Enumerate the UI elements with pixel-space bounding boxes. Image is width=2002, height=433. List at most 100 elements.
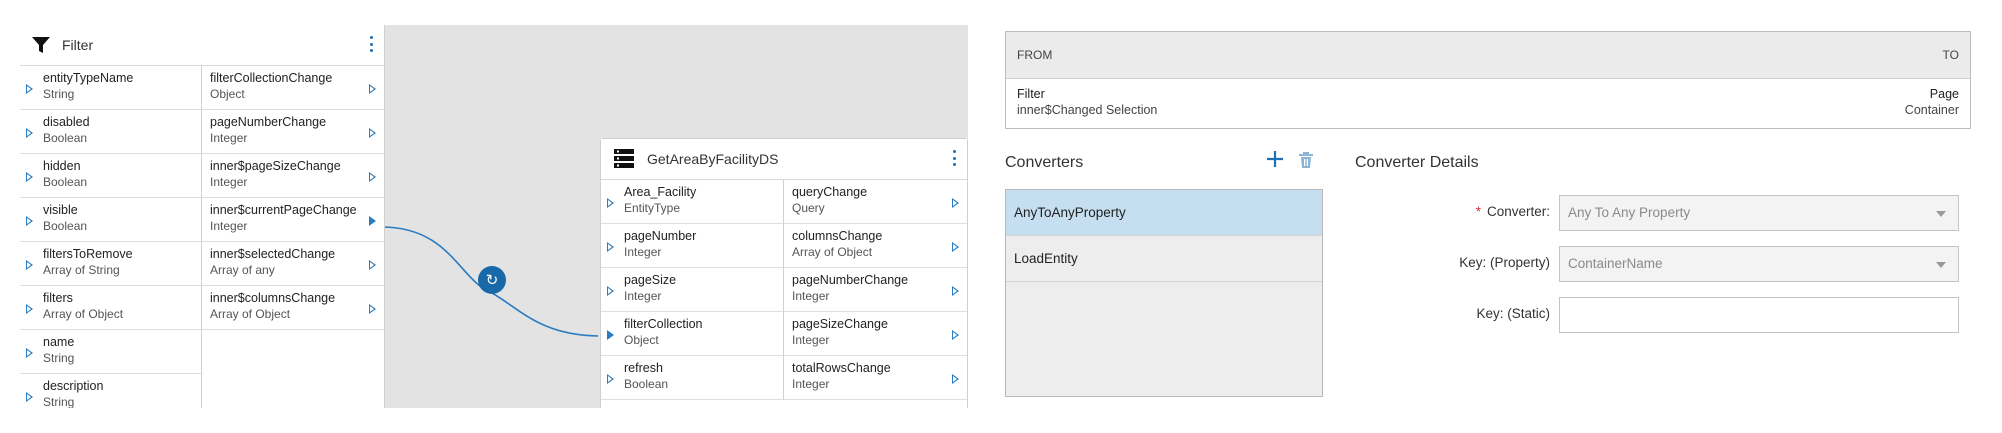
input-port-icon[interactable]: [26, 216, 33, 226]
port-type: Integer: [624, 245, 662, 259]
port-type: Integer: [792, 289, 830, 303]
datasource-inputs: Area_Facility EntityType pageNumber Integer…: [601, 180, 784, 400]
converters-title: Converters: [1005, 154, 1084, 171]
key-static-input[interactable]: [1559, 297, 1959, 333]
to-title: Page: [1929, 87, 1959, 101]
datasource-node[interactable]: GetAreaByFacilityDS Area_Facility EntityT…: [600, 138, 968, 408]
filter-node-title: Filter: [62, 37, 94, 53]
input-port-row[interactable]: refresh Boolean: [601, 356, 783, 400]
input-port-icon[interactable]: [26, 348, 33, 358]
sync-icon[interactable]: ↻: [478, 266, 506, 294]
port-name: refresh: [624, 361, 663, 375]
port-type: Array of any: [210, 263, 275, 277]
output-port-row[interactable]: pageNumberChange Integer: [202, 110, 384, 154]
input-port-row[interactable]: name String: [20, 330, 201, 374]
converter-details-title: Converter Details: [1355, 154, 1479, 171]
mapping-from: Filter inner$Changed Selection: [1017, 86, 1157, 118]
input-port-row[interactable]: visible Boolean: [20, 198, 201, 242]
output-port-icon[interactable]: [952, 242, 959, 252]
input-port-icon[interactable]: [26, 172, 33, 182]
output-port-icon[interactable]: [952, 330, 959, 340]
kebab-menu-icon[interactable]: [370, 36, 374, 52]
output-port-row[interactable]: inner$currentPageChange Integer: [202, 198, 384, 242]
mapping-body: Filter inner$Changed Selection Page Cont…: [1006, 79, 1970, 128]
filter-node-header[interactable]: Filter: [20, 25, 384, 66]
port-type: Query: [792, 201, 825, 215]
output-port-row[interactable]: queryChange Query: [784, 180, 967, 224]
input-port-icon[interactable]: [607, 330, 614, 340]
input-port-icon[interactable]: [26, 304, 33, 314]
from-title: Filter: [1017, 87, 1045, 101]
port-type: Integer: [792, 377, 830, 391]
input-port-row[interactable]: hidden Boolean: [20, 154, 201, 198]
kebab-menu-icon[interactable]: [953, 150, 957, 166]
output-port-icon[interactable]: [952, 198, 959, 208]
mapping-to: Page Container: [1905, 86, 1959, 118]
filter-outputs: filterCollectionChange Object pageNumberCh…: [202, 66, 384, 408]
input-port-row[interactable]: filtersToRemove Array of String: [20, 242, 201, 286]
from-subtitle: inner$Changed Selection: [1017, 103, 1158, 117]
input-port-row[interactable]: pageSize Integer: [601, 268, 783, 312]
input-port-icon[interactable]: [607, 286, 614, 296]
port-name: totalRowsChange: [792, 361, 891, 375]
output-port-row[interactable]: inner$selectedChange Array of any: [202, 242, 384, 286]
port-type: EntityType: [624, 201, 681, 215]
port-type: Array of Object: [792, 245, 873, 259]
converter-select[interactable]: Any To Any Property: [1559, 195, 1959, 231]
output-port-icon[interactable]: [369, 128, 376, 138]
port-name: Area_Facility: [624, 185, 697, 199]
output-port-icon[interactable]: [369, 84, 376, 94]
to-label: TO: [1942, 48, 1959, 62]
chevron-down-icon[interactable]: [1936, 262, 1946, 268]
converter-label-text: Converter:: [1486, 204, 1550, 219]
output-port-row[interactable]: columnsChange Array of Object: [784, 224, 967, 268]
input-port-icon[interactable]: [607, 198, 614, 208]
input-port-icon[interactable]: [26, 392, 33, 402]
output-port-icon[interactable]: [369, 260, 376, 270]
port-type: Integer: [210, 175, 248, 189]
mapping-header: FROM TO: [1006, 32, 1970, 79]
output-port-icon[interactable]: [369, 304, 376, 314]
input-port-row[interactable]: description String: [20, 374, 201, 408]
port-type: Object: [624, 333, 659, 347]
output-port-icon[interactable]: [369, 172, 376, 182]
port-name: filterCollection: [624, 317, 703, 331]
input-port-row[interactable]: Area_Facility EntityType: [601, 180, 783, 224]
converter-item[interactable]: LoadEntity: [1006, 236, 1322, 282]
output-port-row[interactable]: inner$columnsChange Array of Object: [202, 286, 384, 330]
converter-label: * Converter:: [1350, 204, 1550, 219]
output-port-icon[interactable]: [952, 286, 959, 296]
output-port-row[interactable]: pageNumberChange Integer: [784, 268, 967, 312]
input-port-icon[interactable]: [607, 242, 614, 252]
input-port-row[interactable]: entityTypeName String: [20, 66, 201, 110]
output-port-icon[interactable]: [369, 216, 376, 226]
input-port-row[interactable]: filters Array of Object: [20, 286, 201, 330]
output-port-row[interactable]: pageSizeChange Integer: [784, 312, 967, 356]
datasource-node-header[interactable]: GetAreaByFacilityDS: [601, 139, 967, 180]
input-port-row[interactable]: disabled Boolean: [20, 110, 201, 154]
port-name: description: [43, 379, 104, 393]
input-port-icon[interactable]: [26, 128, 33, 138]
key-property-select[interactable]: ContainerName: [1559, 246, 1959, 282]
output-port-row[interactable]: inner$pageSizeChange Integer: [202, 154, 384, 198]
chevron-down-icon[interactable]: [1936, 211, 1946, 217]
input-port-row[interactable]: pageNumber Integer: [601, 224, 783, 268]
output-port-row[interactable]: filterCollectionChange Object: [202, 66, 384, 110]
input-port-row[interactable]: filterCollection Object: [601, 312, 783, 356]
output-port-icon[interactable]: [952, 374, 959, 384]
input-port-icon[interactable]: [26, 260, 33, 270]
port-name: filtersToRemove: [43, 247, 133, 261]
port-name: pageNumber: [624, 229, 697, 243]
input-port-icon[interactable]: [26, 84, 33, 94]
port-name: inner$selectedChange: [210, 247, 336, 261]
input-port-icon[interactable]: [607, 374, 614, 384]
filter-icon: [32, 37, 50, 53]
output-port-row[interactable]: totalRowsChange Integer: [784, 356, 967, 400]
datasource-node-title: GetAreaByFacilityDS: [647, 151, 779, 167]
trash-icon[interactable]: [1298, 151, 1314, 169]
flow-canvas[interactable]: ↻ Filter entityTypeName String disabled Boo…: [20, 25, 968, 408]
converter-item[interactable]: AnyToAnyProperty: [1006, 190, 1322, 236]
port-name: hidden: [43, 159, 81, 173]
plus-icon[interactable]: [1264, 148, 1286, 170]
filter-node[interactable]: Filter entityTypeName String disabled Boole…: [20, 25, 385, 408]
